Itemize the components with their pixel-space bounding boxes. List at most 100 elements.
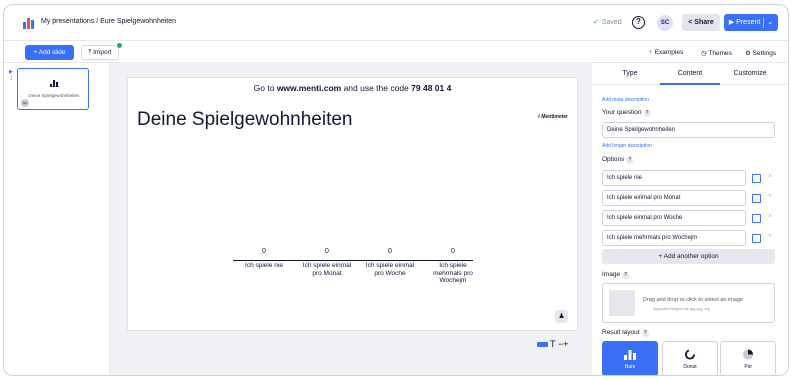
tab-customize[interactable]: Customize: [720, 70, 780, 77]
image-icon[interactable]: [752, 174, 761, 183]
layout-donut-label: Donut: [683, 364, 697, 370]
slide-title[interactable]: Deine Spielgewohnheiten: [137, 109, 353, 131]
join-prefix: Go to: [253, 83, 277, 93]
help-icon[interactable]: ?: [641, 330, 649, 337]
share-icon: <: [688, 19, 693, 26]
brand-logo: ılMentimeter: [538, 114, 568, 120]
notification-dot: [117, 43, 122, 48]
present-divider: [763, 16, 765, 28]
tab-type[interactable]: Type: [600, 70, 660, 77]
examples-label: Examples: [654, 49, 684, 56]
slide-canvas[interactable]: Go to www.menti.com and use the code 79 …: [127, 77, 578, 331]
layout-pie-button[interactable]: Pie: [720, 341, 776, 375]
close-icon[interactable]: ×: [768, 173, 772, 180]
layout-pie-label: Pie: [744, 364, 752, 370]
option-input[interactable]: Ich spiele einmal pro Monat: [602, 190, 746, 206]
image-icon[interactable]: [752, 234, 761, 243]
chart-category-label: Ich spiele einmal pro Monat: [302, 262, 352, 277]
close-icon[interactable]: ×: [768, 193, 772, 200]
present-label: Present: [736, 19, 761, 26]
slide-number: 1: [10, 76, 13, 82]
chart-value-label: 0: [451, 248, 455, 255]
options-label: Options?: [602, 156, 634, 164]
chart-category-label: Ich spiele nie: [245, 262, 283, 269]
layout-donut-button[interactable]: Donut: [662, 341, 718, 375]
help-icon[interactable]: ?: [632, 16, 645, 29]
import-label: Import: [93, 49, 112, 56]
share-button[interactable]: < Share: [682, 14, 720, 31]
layout-bars-label: Bars: [624, 364, 636, 370]
toolbar: + Add slide ⤒ Import ♀ Examples ◷ Themes…: [4, 41, 788, 63]
tab-content[interactable]: Content: [660, 70, 720, 77]
chart-column: 0 Ich spiele einmal pro Woche: [365, 248, 415, 277]
question-label-text: Your question: [602, 109, 642, 116]
result-layout-label-text: Result layout: [602, 329, 640, 336]
option-input[interactable]: Ich spiele mehrmals pro Wochejm: [602, 230, 746, 246]
option-input[interactable]: Ich spiele einmal pro Woche: [602, 210, 746, 226]
chart-value-label: 0: [325, 248, 329, 255]
upload-icon: ⤒: [88, 49, 92, 56]
join-code: 79 48 01 4: [411, 83, 452, 93]
chart-column: 0 Ich spiele einmal pro Monat: [302, 248, 352, 277]
bar-chart-icon: [50, 80, 60, 87]
question-input[interactable]: Deine Spielgewohnheiten: [602, 122, 775, 138]
image-icon[interactable]: [752, 214, 761, 223]
add-meta-description-link[interactable]: Add meta description: [602, 97, 649, 103]
chart-category-label: Ich spiele einmal pro Woche: [365, 262, 415, 277]
join-mid: and use the code: [341, 83, 412, 93]
chart-value-label: 0: [388, 248, 392, 255]
slide-list: ▶ 1 Deine Spielgewohnheiten SC: [4, 63, 110, 375]
options-label-text: Options: [602, 156, 625, 163]
image-dropzone[interactable]: Drag and drop or click to select an imag…: [602, 283, 775, 323]
play-icon: ▶: [728, 19, 735, 26]
lightbulb-icon: ♀: [648, 49, 653, 56]
beta-badge: [537, 342, 548, 348]
result-layout-label: Result layout?: [602, 329, 649, 337]
add-longer-description-link[interactable]: Add longer description: [602, 143, 652, 149]
add-slide-button[interactable]: + Add slide: [25, 45, 74, 60]
help-icon[interactable]: ?: [622, 272, 630, 279]
palette-icon: ◷: [701, 50, 707, 57]
avatar[interactable]: SC: [657, 15, 673, 31]
settings-label: Settings: [752, 50, 777, 57]
avatar: SC: [21, 99, 29, 107]
active-tab-indicator: [660, 83, 720, 85]
add-option-button[interactable]: + Add another option: [602, 249, 775, 264]
bar-chart-icon: [624, 350, 636, 360]
chevron-down-icon[interactable]: ⌄: [767, 19, 773, 26]
brand-name: Mentimeter: [541, 114, 568, 120]
user-icon[interactable]: ♟: [555, 310, 568, 323]
gear-icon: ⚙: [745, 50, 751, 57]
canvas-area: Go to www.menti.com and use the code 79 …: [110, 63, 592, 375]
donut-chart-icon: [684, 349, 696, 360]
help-icon[interactable]: ?: [643, 110, 651, 117]
join-url: www.menti.com: [276, 83, 342, 93]
chart-value-label: 0: [262, 248, 266, 255]
mentimeter-logo-icon[interactable]: [23, 17, 35, 29]
settings-link[interactable]: ⚙ Settings: [745, 49, 776, 57]
join-instructions: Go to www.menti.com and use the code 79 …: [128, 83, 577, 93]
share-label: Share: [694, 19, 714, 26]
import-button[interactable]: ⤒ Import: [81, 45, 119, 60]
breadcrumb[interactable]: My presentations / Eure Spielgewohnheite…: [41, 18, 176, 25]
close-icon[interactable]: ×: [768, 213, 772, 220]
editor-panel: Type Content Customize Add meta descript…: [592, 63, 788, 375]
option-input[interactable]: Ich spiele nie: [602, 170, 746, 186]
help-icon[interactable]: ?: [626, 157, 634, 164]
question-label: Your question?: [602, 109, 651, 117]
font-size-control[interactable]: T −+: [537, 339, 568, 349]
themes-link[interactable]: ◷ Themes: [701, 49, 732, 57]
close-icon[interactable]: ×: [768, 233, 772, 240]
current-slide-marker-icon: ▶: [9, 69, 13, 75]
image-icon[interactable]: [752, 194, 761, 203]
top-bar: My presentations / Eure Spielgewohnheite…: [4, 5, 788, 41]
saved-label: Saved: [601, 19, 622, 26]
examples-link[interactable]: ♀ Examples: [648, 49, 683, 56]
present-button[interactable]: ▶ Present ⌄: [724, 14, 778, 31]
slide-thumbnail-title: Deine Spielgewohnheiten: [28, 93, 80, 98]
image-label: Image?: [602, 271, 630, 279]
layout-bars-button[interactable]: Bars: [602, 341, 658, 375]
slide-thumbnail[interactable]: Deine Spielgewohnheiten SC: [17, 68, 89, 110]
check-icon: ✓: [593, 19, 599, 26]
dropzone-subtext: Supported filetypes are jpg, png, svg: [653, 307, 710, 311]
